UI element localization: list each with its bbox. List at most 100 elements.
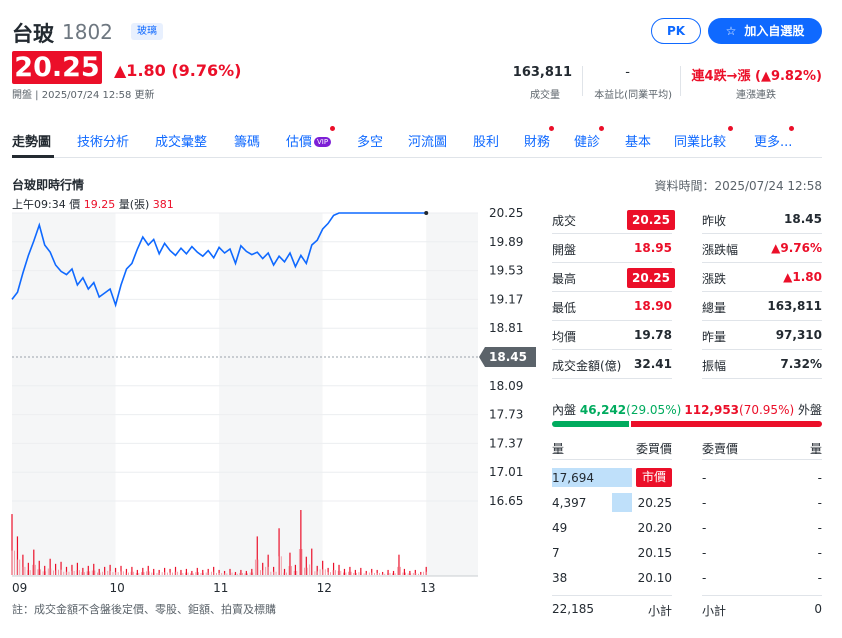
volume-bar — [412, 572, 414, 575]
intraday-chart[interactable]: 20.25 19.89 19.53 19.17 18.81 18.09 17.73 17.37… — [0, 205, 540, 600]
volume-bar — [216, 572, 217, 575]
ob-bid-vol: 4,397 — [552, 496, 587, 510]
volume-bar — [361, 572, 362, 575]
volume-bar — [135, 572, 137, 575]
data-time: 資料時間：2025/07/24 12:58 — [654, 179, 822, 193]
row-divider — [552, 459, 672, 460]
volume-bar — [286, 572, 287, 575]
volume-bar — [311, 564, 313, 575]
volume-bar — [221, 572, 223, 575]
volume-bar — [283, 572, 285, 575]
volume-bar — [381, 573, 383, 575]
x-axis-ticks: 09 10 11 12 13 — [12, 581, 436, 595]
volume-bar — [159, 572, 160, 575]
tab-dividend[interactable]: 股利 — [473, 131, 499, 150]
notification-dot — [330, 126, 335, 131]
volume-bar — [122, 571, 124, 575]
tab-trades[interactable]: 成交彙整 — [155, 131, 207, 150]
row-divider — [552, 320, 672, 321]
y-tick-label: 17.01 — [489, 465, 523, 479]
outer-ratio-fill — [631, 421, 822, 427]
inner-ratio-fill — [552, 421, 630, 427]
ob-total-bid-label: 小計 — [647, 604, 672, 618]
y-tick-label: 19.89 — [489, 235, 523, 249]
row-divider — [702, 291, 822, 292]
volume-bar — [223, 573, 225, 575]
volume-bar — [213, 571, 215, 575]
volume-bar — [394, 573, 396, 575]
volume-bar — [153, 572, 155, 575]
volume-bar — [205, 572, 207, 575]
volume-bar — [239, 572, 241, 575]
volume-bar — [151, 572, 153, 575]
quote-change: ▲1.80 — [783, 270, 822, 284]
y-tick-label: 20.25 — [489, 206, 523, 220]
tab-trend[interactable]: 走勢圖 — [12, 131, 51, 150]
volume-bar — [21, 566, 23, 575]
quote-high: 20.25 — [627, 268, 675, 288]
chart-title: 台玻即時行情 — [12, 178, 85, 192]
pk-button[interactable]: PK — [651, 18, 701, 44]
tab-health[interactable]: 健診 — [574, 131, 600, 150]
volume-bar — [275, 571, 277, 575]
volume-value: 163,811 — [512, 65, 572, 80]
industry-tag[interactable]: 玻璃 — [131, 23, 163, 40]
notification-dot — [599, 126, 604, 131]
volume-bar — [389, 572, 391, 575]
volume-bar — [120, 571, 122, 575]
ob-bid-price: 市價 — [636, 468, 672, 487]
ob-header-bid-price: 委買價 — [635, 442, 672, 456]
x-tick-label: 11 — [213, 581, 228, 595]
volume-bar — [11, 550, 13, 575]
ob-header-ask-vol: 量 — [809, 442, 822, 456]
volume-bar — [280, 556, 282, 575]
ob-ask-price: - — [702, 546, 707, 560]
tab-valuation[interactable]: 估價 VIP — [286, 131, 332, 150]
tab-technical[interactable]: 技術分析 — [77, 131, 129, 150]
volume-bar — [63, 571, 65, 575]
volume-bar — [34, 564, 36, 575]
volume-bar — [298, 549, 300, 575]
volume-bar — [392, 570, 395, 575]
add-watchlist-button[interactable]: ☆ 加入自選股 — [708, 18, 822, 44]
volume-bar — [166, 572, 168, 575]
volume-bar — [260, 570, 261, 575]
volume-bar — [19, 559, 21, 575]
ob-bid-vol: 7 — [552, 546, 560, 560]
volume-bar — [251, 568, 253, 575]
quote-open: 18.95 — [634, 241, 672, 255]
volume-bar — [242, 572, 243, 575]
volume-bar — [363, 573, 365, 575]
volume-bar — [117, 572, 119, 575]
quote-prev-volume: 97,310 — [775, 328, 822, 342]
volume-bar — [109, 570, 111, 575]
x-tick-label: 13 — [420, 581, 435, 595]
tab-bull-bear[interactable]: 多空 — [357, 131, 383, 150]
volume-bar — [423, 571, 425, 575]
tab-chips[interactable]: 籌碼 — [234, 131, 260, 150]
tab-finance[interactable]: 財務 — [524, 131, 550, 150]
row-divider — [702, 459, 822, 460]
row-divider — [702, 595, 822, 596]
volume-bar — [136, 569, 138, 575]
ob-ask-price: - — [702, 496, 707, 510]
volume-bar — [195, 572, 197, 575]
tab-more[interactable]: 更多... — [754, 131, 792, 150]
volume-bar — [16, 559, 18, 575]
volume-bar — [138, 572, 140, 575]
update-status: 開盤 | 2025/07/24 12:58 更新 — [12, 90, 155, 101]
volume-bar — [317, 571, 318, 575]
tab-river[interactable]: 河流圖 — [408, 131, 447, 150]
volume-bar — [304, 567, 305, 575]
volume-bar — [273, 571, 274, 575]
tab-valuation-label: 估價 — [286, 135, 313, 150]
y-tick-label: 18.09 — [489, 379, 523, 393]
tab-peer-compare[interactable]: 同業比較 — [674, 131, 726, 150]
row-divider — [702, 349, 822, 350]
volume-bar — [420, 573, 422, 575]
volume-bar — [93, 563, 95, 575]
tab-basic[interactable]: 基本 — [625, 131, 651, 150]
outer-pct: (70.95%) — [739, 403, 795, 417]
volume-bar — [379, 572, 381, 575]
notification-dot — [789, 126, 794, 131]
